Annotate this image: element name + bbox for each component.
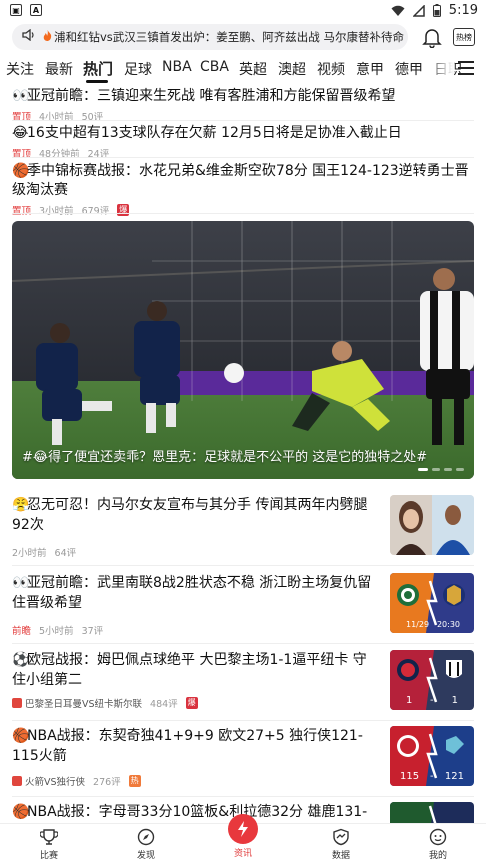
hotlist-label: 热榜 bbox=[456, 32, 472, 42]
tab-a-league[interactable]: 澳超 bbox=[278, 59, 306, 79]
news-title: 😤忍无可忍！内马尔女友宣布与其分手 传闻其两年内劈腿92次 bbox=[12, 497, 368, 533]
comment-count: 37评 bbox=[81, 626, 104, 637]
news-meta: 前瞻 5小时前 37评 bbox=[12, 623, 103, 637]
news-time: 5小时前 bbox=[39, 626, 74, 637]
news-item[interactable]: 👀亚冠前瞻：武里南联8战2胜状态不稳 浙江盼主场复仇留住晋级希望 前瞻 5小时前… bbox=[12, 573, 474, 637]
tab-follow[interactable]: 关注 bbox=[6, 59, 34, 79]
hero-caption: #😂得了便宜还卖乖？恩里克：足球就是不公平的 这是它的独特之处# bbox=[22, 450, 428, 465]
comment-count: 276评 bbox=[93, 777, 121, 788]
tab-hot[interactable]: 热门 bbox=[83, 58, 113, 79]
news-title: 👀亚冠前瞻：三镇迎来生死战 唯有客胜浦和方能保留晋级希望 bbox=[12, 88, 396, 104]
tab-nba[interactable]: NBA bbox=[162, 59, 192, 75]
shield-data-icon bbox=[333, 828, 349, 846]
category-tabs: 关注 最新 热门 足球 NBA CBA 英超 澳超 视频 意甲 德甲 日职 bbox=[0, 55, 486, 83]
hero-image bbox=[12, 221, 474, 479]
search-headline: 浦和红钻vs武汉三镇首发出炉：姜至鹏、阿齐兹出战 马尔康替补待命 bbox=[54, 30, 404, 44]
user-icon bbox=[429, 828, 447, 846]
match-tag[interactable]: 火箭VS独行侠 bbox=[12, 774, 85, 788]
news-item[interactable]: 🏀季中锦标赛战报：水花兄弟&维金斯空砍78分 国王124-123逆转勇士晋级淘汰… bbox=[12, 162, 474, 217]
carousel-dot bbox=[418, 468, 428, 471]
tab-cba[interactable]: CBA bbox=[200, 59, 229, 75]
home-score: 115 bbox=[400, 771, 420, 782]
nav-profile[interactable]: 我的 bbox=[408, 828, 468, 861]
score-separator: - bbox=[430, 695, 434, 706]
bell-icon[interactable] bbox=[421, 26, 443, 48]
news-title: 🏀NBA战报：字母哥33分10篮板&利拉德32分 雄鹿131-124 bbox=[12, 804, 368, 820]
trophy-icon bbox=[40, 829, 58, 845]
news-title: 👀亚冠前瞻：武里南联8战2胜状态不稳 浙江盼主场复仇留住晋级希望 bbox=[12, 575, 372, 611]
fire-icon bbox=[43, 30, 52, 44]
tab-video[interactable]: 视频 bbox=[317, 59, 345, 79]
score-thumbnail: 115 - 121 bbox=[390, 726, 474, 786]
search-bar[interactable]: 浦和红钻vs武汉三镇首发出炉：姜至鹏、阿齐兹出战 马尔康替补待命 bbox=[12, 24, 408, 50]
nav-news[interactable]: 资讯 bbox=[213, 814, 273, 859]
hotlist-button[interactable]: 热榜 bbox=[453, 28, 475, 46]
tab-bundesliga[interactable]: 德甲 bbox=[395, 59, 423, 79]
news-meta: 2小时前 64评 bbox=[12, 545, 76, 559]
comment-count: 64评 bbox=[54, 548, 77, 559]
nav-matches[interactable]: 比赛 bbox=[19, 828, 79, 861]
home-score: 1 bbox=[406, 695, 413, 706]
news-meta: 火箭VS独行侠 276评 热 bbox=[12, 774, 141, 788]
battery-icon bbox=[432, 4, 441, 17]
hot-badge: 热 bbox=[128, 775, 141, 787]
score-thumbnail: 1 - 1 bbox=[390, 650, 474, 710]
tab-serie-a[interactable]: 意甲 bbox=[356, 59, 384, 79]
hero-carousel[interactable]: #😂得了便宜还卖乖？恩里克：足球就是不公平的 这是它的独特之处# bbox=[12, 221, 474, 479]
match-thumbnail: 11/29 20:30 bbox=[390, 573, 474, 633]
bottom-nav: 比赛 发现 资讯 数据 我的 bbox=[0, 814, 486, 865]
preview-tag: 前瞻 bbox=[12, 626, 32, 637]
search-row: 浦和红钻vs武汉三镇首发出炉：姜至鹏、阿齐兹出战 马尔康替补待命 热榜 bbox=[0, 22, 486, 52]
speaker-icon bbox=[22, 28, 35, 45]
news-item[interactable]: ⚽欧冠战报：姆巴佩点球绝平 大巴黎主场1-1逼平纽卡 守住小组第二 巴黎圣日耳曼… bbox=[12, 650, 474, 712]
pinned-tag: 置顶 bbox=[12, 206, 32, 217]
score-thumbnail bbox=[390, 802, 474, 823]
menu-icon[interactable] bbox=[458, 61, 474, 75]
news-title: 🏀NBA战报：东契奇独41+9+9 欧文27+5 独行侠121-115火箭 bbox=[12, 728, 363, 764]
carousel-dot bbox=[432, 468, 440, 471]
carousel-dot bbox=[456, 468, 464, 471]
news-item[interactable]: 👀亚冠前瞻：三镇迎来生死战 唯有客胜浦和方能保留晋级希望 置顶 4小时前 50评 bbox=[12, 87, 474, 123]
explosive-badge: 爆 bbox=[185, 697, 198, 709]
news-time: 3小时前 bbox=[39, 206, 74, 217]
active-tab-indicator bbox=[86, 80, 108, 83]
match-tag[interactable]: 巴黎圣日耳曼VS纽卡斯尔联 bbox=[12, 696, 142, 710]
away-score: 1 bbox=[451, 695, 458, 706]
news-meta: 巴黎圣日耳曼VS纽卡斯尔联 484评 爆 bbox=[12, 696, 198, 710]
news-title: 😂16支中超有13支球队存在欠薪 12月5日将是足协准入截止日 bbox=[12, 125, 402, 141]
match-time: 20:30 bbox=[436, 620, 460, 629]
status-bar: ▣ A 5:19 bbox=[0, 0, 486, 22]
news-item[interactable]: 😂16支中超有13支球队存在欠薪 12月5日将是足协准入截止日 置顶 48分钟前… bbox=[12, 124, 474, 160]
nav-discover[interactable]: 发现 bbox=[116, 828, 176, 861]
news-time: 2小时前 bbox=[12, 548, 47, 559]
comment-count: 484评 bbox=[150, 699, 178, 710]
tab-premier-league[interactable]: 英超 bbox=[239, 59, 267, 79]
match-tag-icon bbox=[12, 776, 22, 786]
a-icon: A bbox=[30, 4, 42, 16]
comment-count: 679评 bbox=[81, 206, 110, 217]
carousel-dot bbox=[444, 468, 452, 471]
explosive-badge: 爆 bbox=[117, 204, 130, 216]
signal-icon bbox=[412, 4, 425, 17]
news-thumbnail bbox=[390, 495, 474, 555]
news-item[interactable]: 😤忍无可忍！内马尔女友宣布与其分手 传闻其两年内劈腿92次 2小时前 64评 bbox=[12, 495, 474, 559]
clock: 5:19 bbox=[448, 3, 478, 18]
gallery-icon: ▣ bbox=[10, 4, 22, 16]
lightning-icon bbox=[228, 814, 258, 844]
wifi-icon bbox=[391, 5, 405, 16]
nav-data[interactable]: 数据 bbox=[311, 828, 371, 861]
tab-football[interactable]: 足球 bbox=[124, 59, 152, 79]
match-date: 11/29 bbox=[406, 620, 430, 629]
news-title: ⚽欧冠战报：姆巴佩点球绝平 大巴黎主场1-1逼平纽卡 守住小组第二 bbox=[12, 652, 367, 688]
away-score: 121 bbox=[444, 771, 464, 782]
compass-icon bbox=[137, 828, 155, 846]
match-tag-icon bbox=[12, 698, 22, 708]
carousel-dots bbox=[418, 468, 464, 471]
news-title: 🏀季中锦标赛战报：水花兄弟&维金斯空砍78分 国王124-123逆转勇士晋级淘汰… bbox=[12, 163, 469, 198]
tab-latest[interactable]: 最新 bbox=[45, 59, 73, 79]
news-item[interactable]: 🏀NBA战报：东契奇独41+9+9 欧文27+5 独行侠121-115火箭 火箭… bbox=[12, 726, 474, 788]
score-separator: - bbox=[430, 771, 434, 782]
news-meta: 置顶 3小时前 679评 爆 bbox=[12, 203, 474, 217]
